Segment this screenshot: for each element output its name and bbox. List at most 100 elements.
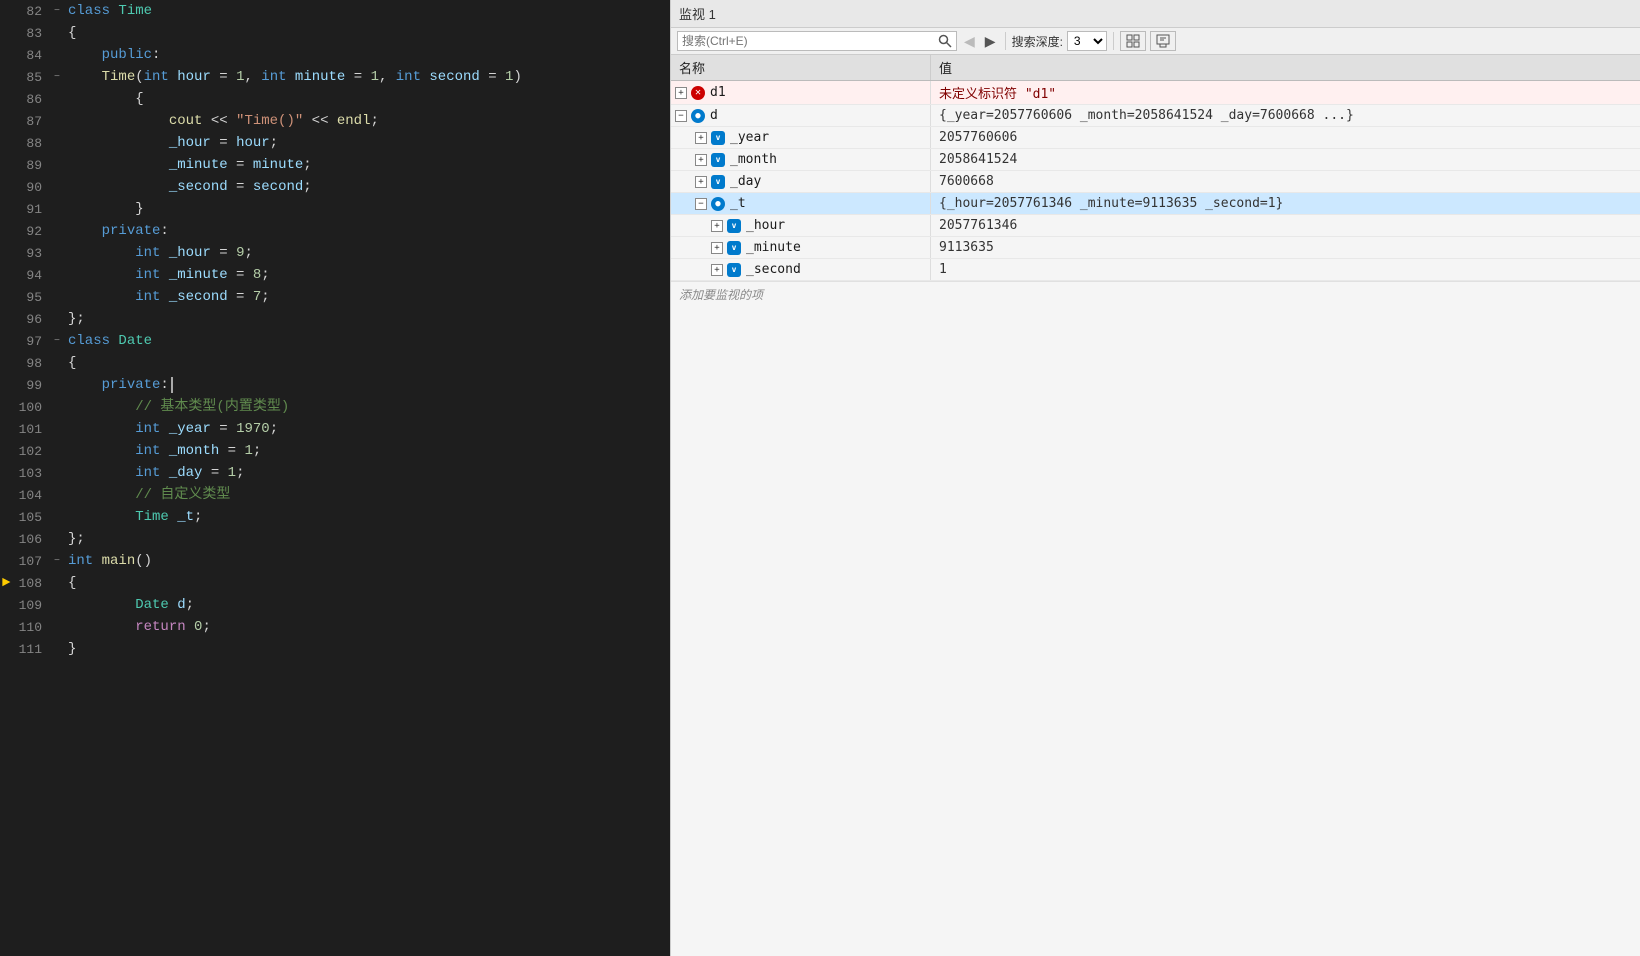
line-num-text: 86 (26, 92, 42, 107)
line-content-101: int _year = 1970; (64, 418, 670, 440)
collapse-icon-93 (50, 242, 64, 264)
collapse-icon-82[interactable]: − (50, 0, 64, 22)
collapse-icon-85[interactable]: − (50, 66, 64, 88)
line-content-95: int _second = 7; (64, 286, 670, 308)
watch-cell-value-_hour: 2057761346 (931, 215, 1640, 236)
expand-btn-_year[interactable]: + (695, 132, 707, 144)
line-number-85: 85 (0, 66, 50, 88)
code-line-84: 84 public: (0, 44, 670, 66)
watch-icon-_minute: v (727, 241, 741, 255)
depth-select[interactable]: 12345678910 (1067, 31, 1107, 51)
code-line-107: 107−int main() (0, 550, 670, 572)
line-num-text: 104 (19, 488, 42, 503)
line-num-text: 102 (19, 444, 42, 459)
expand-btn-_day[interactable]: + (695, 176, 707, 188)
collapse-icon-107[interactable]: − (50, 550, 64, 572)
watch-name-text-_hour: _hour (746, 218, 785, 233)
line-content-93: int _hour = 9; (64, 242, 670, 264)
watch-row-d1[interactable]: +✕d1未定义标识符 "d1" (671, 81, 1640, 105)
line-number-91: 91 (0, 198, 50, 220)
collapse-icon-87 (50, 110, 64, 132)
watch-name-text-_day: _day (730, 174, 761, 189)
watch-row-_month[interactable]: +v_month2058641524 (671, 149, 1640, 171)
line-number-109: 109 (0, 594, 50, 616)
code-line-108: ►108{ (0, 572, 670, 594)
line-number-102: 102 (0, 440, 50, 462)
collapse-icon-111 (50, 638, 64, 660)
expand-btn-_month[interactable]: + (695, 154, 707, 166)
watch-cell-name-_minute: +v_minute (671, 237, 931, 258)
line-num-text: 92 (26, 224, 42, 239)
collapse-icon-86 (50, 88, 64, 110)
line-num-text: 93 (26, 246, 42, 261)
watch-row-d[interactable]: −●d{_year=2057760606 _month=2058641524 _… (671, 105, 1640, 127)
collapse-icon-101 (50, 418, 64, 440)
collapse-icon-83 (50, 22, 64, 44)
line-number-98: 98 (0, 352, 50, 374)
code-editor: 82−class Time83{84 public:85− Time(int h… (0, 0, 670, 956)
line-number-84: 84 (0, 44, 50, 66)
toolbar-btn-1[interactable] (1120, 31, 1146, 51)
watch-row-_t[interactable]: −●_t{_hour=2057761346 _minute=9113635 _s… (671, 193, 1640, 215)
line-content-102: int _month = 1; (64, 440, 670, 462)
line-content-86: { (64, 88, 670, 110)
watch-row-_minute[interactable]: +v_minute9113635 (671, 237, 1640, 259)
watch-row-_hour[interactable]: +v_hour2057761346 (671, 215, 1640, 237)
watch-row-_second[interactable]: +v_second1 (671, 259, 1640, 281)
watch-name-text-_t: _t (730, 196, 746, 211)
watch-cell-value-_second: 1 (931, 259, 1640, 280)
watch-icon-d1: ✕ (691, 86, 705, 100)
line-content-110: return 0; (64, 616, 670, 638)
line-content-104: // 自定义类型 (64, 484, 670, 506)
watch-cell-name-_hour: +v_hour (671, 215, 931, 236)
watch-cell-name-_day: +v_day (671, 171, 931, 192)
watch-title: 监视 1 (679, 4, 716, 23)
search-icon-btn[interactable] (938, 34, 952, 48)
line-content-92: private: (64, 220, 670, 242)
line-num-text: 82 (26, 4, 42, 19)
line-num-text: 85 (26, 70, 42, 85)
line-num-text: 103 (19, 466, 42, 481)
line-num-text: 100 (19, 400, 42, 415)
collapse-icon-105 (50, 506, 64, 528)
nav-next-btn[interactable]: ▶ (982, 33, 999, 50)
code-line-100: 100 // 基本类型(内置类型) (0, 396, 670, 418)
search-input[interactable] (682, 34, 938, 48)
line-num-text: 95 (26, 290, 42, 305)
collapse-icon-110 (50, 616, 64, 638)
line-content-107: int main() (64, 550, 670, 572)
watch-row-_day[interactable]: +v_day7600668 (671, 171, 1640, 193)
watch-name-text-d1: d1 (710, 85, 726, 100)
watch-cell-name-d: −●d (671, 105, 931, 126)
collapse-icon-94 (50, 264, 64, 286)
expand-btn-_minute[interactable]: + (711, 242, 723, 254)
watch-cell-value-d: {_year=2057760606 _month=2058641524 _day… (931, 105, 1640, 126)
expand-btn-_hour[interactable]: + (711, 220, 723, 232)
collapse-icon-103 (50, 462, 64, 484)
toolbar-btn-2[interactable] (1150, 31, 1176, 51)
line-content-99: private: (64, 374, 670, 396)
line-content-111: } (64, 638, 670, 660)
nav-prev-btn[interactable]: ◀ (961, 33, 978, 50)
search-box[interactable] (677, 31, 957, 51)
line-num-text: 106 (19, 532, 42, 547)
line-content-97: class Date (64, 330, 670, 352)
expand-btn-d[interactable]: − (675, 110, 687, 122)
line-num-text: 109 (19, 598, 42, 613)
expand-btn-d1[interactable]: + (675, 87, 687, 99)
watch-cell-name-_month: +v_month (671, 149, 931, 170)
line-number-107: 107 (0, 550, 50, 572)
expand-btn-_second[interactable]: + (711, 264, 723, 276)
line-content-100: // 基本类型(内置类型) (64, 396, 670, 418)
add-watch-prompt[interactable]: 添加要监视的项 (671, 281, 1640, 307)
expand-btn-_t[interactable]: − (695, 198, 707, 210)
line-num-text: 111 (19, 642, 42, 657)
collapse-icon-97[interactable]: − (50, 330, 64, 352)
watch-icon-_month: v (711, 153, 725, 167)
watch-row-_year[interactable]: +v_year2057760606 (671, 127, 1640, 149)
collapse-icon-84 (50, 44, 64, 66)
collapse-icon-88 (50, 132, 64, 154)
line-num-text: 83 (26, 26, 42, 41)
watch-icon-_second: v (727, 263, 741, 277)
line-content-84: public: (64, 44, 670, 66)
